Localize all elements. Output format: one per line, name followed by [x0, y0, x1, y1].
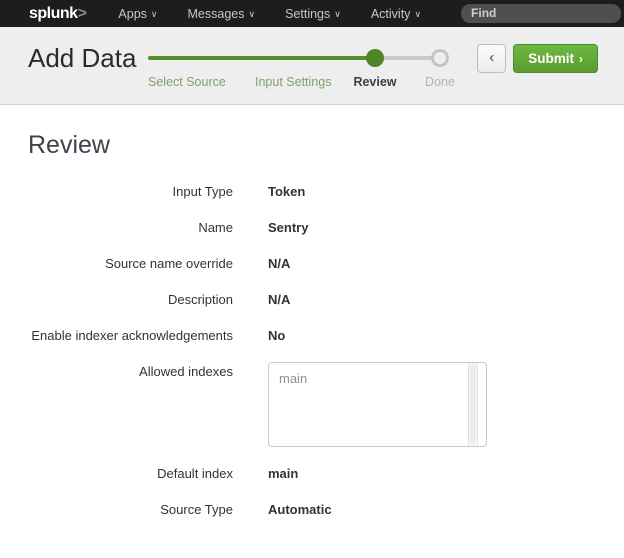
- field-label: Allowed indexes: [28, 362, 233, 382]
- stepper-upcoming-dot: [431, 49, 449, 67]
- header-buttons: ‹ Submit›: [477, 44, 598, 73]
- step-done: Done: [425, 75, 455, 89]
- field-row-allowed-indexes: Allowed indexes main: [28, 362, 624, 447]
- step-select-source[interactable]: Select Source: [148, 75, 226, 89]
- chevron-left-icon: ‹: [489, 49, 494, 66]
- wizard-title: Add Data: [28, 43, 136, 74]
- field-label: Enable indexer acknowledgements: [28, 326, 233, 346]
- field-value: N/A: [268, 290, 290, 310]
- field-label: Default index: [28, 464, 233, 484]
- stepper-progress-line: [148, 56, 375, 60]
- nav-menu-messages[interactable]: Messages∨: [188, 7, 256, 21]
- back-button[interactable]: ‹: [477, 44, 506, 73]
- chevron-down-icon: ∨: [151, 9, 158, 19]
- field-value: N/A: [268, 254, 290, 274]
- field-row-default-index: Default index main: [28, 464, 624, 484]
- field-row-source-name-override: Source name override N/A: [28, 254, 624, 274]
- submit-button[interactable]: Submit›: [513, 44, 598, 73]
- field-row-indexer-acknowledgements: Enable indexer acknowledgements No: [28, 326, 624, 346]
- step-review: Review: [353, 75, 396, 89]
- field-value: No: [268, 326, 285, 346]
- field-value: Automatic: [268, 500, 332, 520]
- chevron-down-icon: ∨: [334, 9, 341, 19]
- field-label: Input Type: [28, 182, 233, 202]
- field-value: Sentry: [268, 218, 308, 238]
- chevron-right-icon: ›: [579, 52, 583, 66]
- nav-menu-settings[interactable]: Settings∨: [285, 7, 341, 21]
- field-row-source-type: Source Type Automatic: [28, 500, 624, 520]
- find-search-input[interactable]: Find: [461, 4, 621, 23]
- chevron-down-icon: ∨: [248, 9, 255, 19]
- field-row-input-type: Input Type Token: [28, 182, 624, 202]
- listbox-scrollbar[interactable]: [468, 363, 478, 446]
- nav-menu-apps[interactable]: Apps∨: [118, 7, 157, 21]
- nav-menu-activity[interactable]: Activity∨: [371, 7, 421, 21]
- splunk-logo[interactable]: splunk>: [29, 5, 86, 23]
- stepper-labels: Select Source Input Settings Review Done: [148, 75, 460, 91]
- field-value: main: [268, 464, 298, 484]
- review-content: Review Input Type Token Name Sentry Sour…: [0, 105, 624, 520]
- chevron-down-icon: ∨: [414, 9, 421, 19]
- field-value: Token: [268, 182, 305, 202]
- allowed-indexes-listbox[interactable]: main: [268, 362, 487, 447]
- listbox-scroll-thumb[interactable]: [470, 364, 476, 444]
- progress-stepper: Select Source Input Settings Review Done: [148, 49, 460, 97]
- field-row-name: Name Sentry: [28, 218, 624, 238]
- top-nav-bar: splunk> Apps∨ Messages∨ Settings∨ Activi…: [0, 0, 624, 27]
- listbox-item[interactable]: main: [269, 363, 486, 386]
- field-row-description: Description N/A: [28, 290, 624, 310]
- field-label: Description: [28, 290, 233, 310]
- wizard-header: Add Data Select Source Input Settings Re…: [0, 27, 624, 105]
- field-label: Source name override: [28, 254, 233, 274]
- review-form: Input Type Token Name Sentry Source name…: [28, 182, 624, 520]
- splunk-logo-caret-icon: >: [78, 5, 87, 22]
- stepper-current-dot: [366, 49, 384, 67]
- field-label: Name: [28, 218, 233, 238]
- page-title: Review: [28, 131, 624, 160]
- step-input-settings[interactable]: Input Settings: [255, 75, 331, 89]
- field-label: Source Type: [28, 500, 233, 520]
